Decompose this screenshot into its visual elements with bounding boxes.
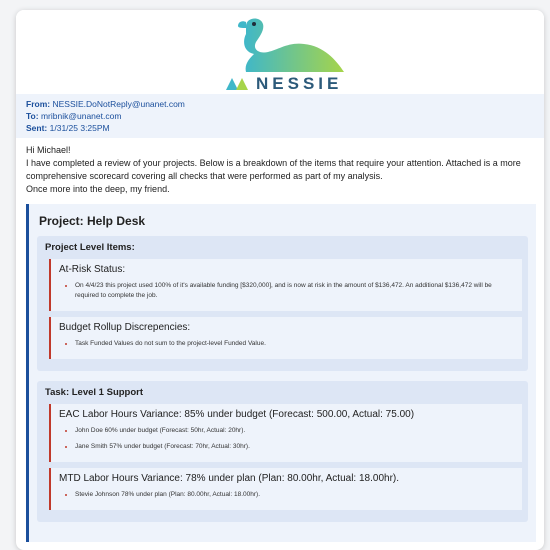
issue-title: MTD Labor Hours Variance: 78% under plan… bbox=[59, 473, 400, 484]
intro-body: I have completed a review of your projec… bbox=[26, 158, 521, 181]
from-row: From: NESSIE.DoNotReply@unanet.com bbox=[26, 98, 534, 110]
project-section: Project: Help Desk Project Level Items: … bbox=[26, 204, 536, 542]
group-title: Project Level Items: bbox=[45, 242, 135, 253]
sent-date: 1/31/25 3:25PM bbox=[49, 123, 110, 133]
to-label: To: bbox=[26, 111, 39, 121]
issue-list: Task Funded Values do not sum to the pro… bbox=[59, 339, 514, 349]
issue-budget-rollup: Budget Rollup Discrepencies: Task Funded… bbox=[49, 317, 522, 359]
sent-row: Sent: 1/31/25 3:25PM bbox=[26, 122, 534, 134]
issue-list: John Doe 60% under budget (Forecast: 50h… bbox=[59, 426, 514, 452]
email-headers: From: NESSIE.DoNotReply@unanet.com To: m… bbox=[16, 94, 544, 138]
brand-mark-icon bbox=[226, 78, 248, 90]
issue-list: Stevie Johnson 78% under plan (Plan: 80.… bbox=[59, 490, 514, 500]
list-item: Stevie Johnson 78% under plan (Plan: 80.… bbox=[75, 490, 514, 500]
list-item: John Doe 60% under budget (Forecast: 50h… bbox=[75, 426, 514, 436]
issue-list: On 4/4/23 this project used 100% of it's… bbox=[59, 281, 514, 301]
intro-closing: Once more into the deep, my friend. bbox=[26, 184, 170, 194]
group-title: Task: Level 1 Support bbox=[45, 387, 144, 398]
issue-title: Budget Rollup Discrepencies: bbox=[59, 322, 191, 333]
sent-label: Sent: bbox=[26, 123, 48, 133]
issue-title: EAC Labor Hours Variance: 85% under budg… bbox=[59, 409, 415, 420]
issue-title: At-Risk Status: bbox=[59, 264, 126, 275]
issue-at-risk: At-Risk Status: On 4/4/23 this project u… bbox=[49, 259, 522, 311]
list-item: Jane Smith 57% under budget (Forecast: 7… bbox=[75, 442, 514, 452]
brand-lockup: NESSIE bbox=[226, 74, 342, 94]
project-title: Project: Help Desk bbox=[39, 214, 146, 228]
from-label: From: bbox=[26, 99, 51, 109]
email-intro: Hi Michael! I have completed a review of… bbox=[16, 138, 544, 200]
to-row: To: mribnik@unanet.com bbox=[26, 110, 534, 122]
greeting: Hi Michael! bbox=[26, 145, 71, 155]
nessie-mascot-icon bbox=[238, 18, 344, 72]
brand-name: NESSIE bbox=[256, 74, 343, 93]
task-group: Task: Level 1 Support EAC Labor Hours Va… bbox=[37, 381, 528, 522]
list-item: On 4/4/23 this project used 100% of it's… bbox=[75, 281, 514, 301]
logo-area: NESSIE bbox=[16, 10, 544, 94]
from-address[interactable]: NESSIE.DoNotReply@unanet.com bbox=[52, 99, 184, 109]
issue-mtd-variance: MTD Labor Hours Variance: 78% under plan… bbox=[49, 468, 522, 510]
issue-eac-variance: EAC Labor Hours Variance: 85% under budg… bbox=[49, 404, 522, 462]
to-address[interactable]: mribnik@unanet.com bbox=[41, 111, 121, 121]
list-item: Task Funded Values do not sum to the pro… bbox=[75, 339, 514, 349]
email-card: NESSIE From: NESSIE.DoNotReply@unanet.co… bbox=[16, 10, 544, 550]
project-level-group: Project Level Items: At-Risk Status: On … bbox=[37, 236, 528, 371]
